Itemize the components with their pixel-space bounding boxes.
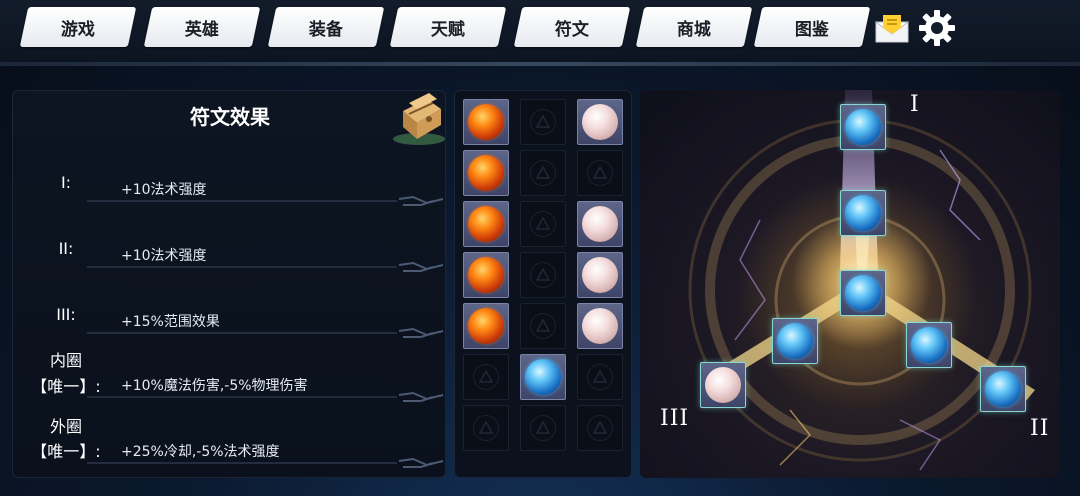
rune-inventory-grid: [454, 90, 632, 478]
empty-slot-icon: [587, 364, 613, 390]
tab-codex[interactable]: 图鉴: [753, 7, 871, 47]
rune-slot-white[interactable]: [577, 201, 623, 247]
rune-orb-red: [468, 206, 504, 242]
divider: [87, 457, 444, 468]
tab-talents-label: 天赋: [431, 19, 465, 40]
effect-label-tier1: I:: [60, 173, 72, 192]
empty-slot-icon: [587, 160, 613, 186]
divider: [87, 261, 444, 272]
empty-slot-icon: [473, 364, 499, 390]
rune-orb-white: [582, 104, 618, 140]
rune-slot-empty[interactable]: [520, 303, 566, 349]
rune-slot-red[interactable]: [463, 303, 509, 349]
rune-slot-white[interactable]: [577, 99, 623, 145]
empty-slot-icon: [530, 109, 556, 135]
rune-slot-empty[interactable]: [577, 354, 623, 400]
tier-label-2: II: [1030, 416, 1050, 441]
rune-orb-white: [582, 257, 618, 293]
tab-equipment-label: 装备: [309, 19, 343, 40]
top-nav-bar: 游戏 英雄 装备 天赋 符文 商城 图鉴: [0, 0, 1080, 66]
rune-orb-blue: [985, 371, 1021, 407]
rune-slot-empty[interactable]: [463, 354, 509, 400]
gear-icon[interactable]: [918, 9, 956, 47]
tab-runes[interactable]: 符文: [513, 7, 631, 47]
tree-slot-top[interactable]: [840, 104, 886, 150]
empty-slot-icon: [473, 415, 499, 441]
rune-orb-blue: [845, 109, 881, 145]
treasure-chest-icon: [393, 93, 445, 145]
empty-slot-icon: [530, 415, 556, 441]
empty-slot-icon: [530, 313, 556, 339]
rune-orb-blue: [845, 275, 881, 311]
rune-slot-white[interactable]: [577, 252, 623, 298]
rune-tree-panel: I II III: [640, 90, 1060, 478]
rune-orb-red: [468, 104, 504, 140]
tree-slot-right-outer[interactable]: [980, 366, 1026, 412]
empty-slot-icon: [530, 211, 556, 237]
rune-slot-empty[interactable]: [463, 405, 509, 451]
tree-slot-upper-mid[interactable]: [840, 190, 886, 236]
rune-orb-white: [582, 308, 618, 344]
rune-orb-blue: [911, 327, 947, 363]
rune-slot-empty[interactable]: [520, 99, 566, 145]
divider: [87, 391, 444, 402]
tab-heroes-label: 英雄: [185, 19, 219, 40]
tab-talents[interactable]: 天赋: [389, 7, 507, 47]
panel-title: 符文效果: [190, 105, 270, 129]
tier-label-3: III: [660, 406, 690, 431]
effect-label-outer-ring: 外圈: [49, 417, 82, 436]
rune-slot-empty[interactable]: [577, 405, 623, 451]
rune-orb-red: [468, 308, 504, 344]
tree-slot-left-outer[interactable]: [700, 362, 746, 408]
empty-slot-icon: [530, 160, 556, 186]
rune-orb-red: [468, 257, 504, 293]
rune-slot-white[interactable]: [577, 303, 623, 349]
tab-shop[interactable]: 商城: [635, 7, 753, 47]
tab-codex-label: 图鉴: [795, 19, 829, 40]
tab-equipment[interactable]: 装备: [267, 7, 385, 47]
rune-slot-empty[interactable]: [520, 201, 566, 247]
rune-orb-white: [582, 206, 618, 242]
tab-shop-label: 商城: [677, 19, 711, 40]
empty-slot-icon: [587, 415, 613, 441]
tab-game-label: 游戏: [61, 19, 95, 40]
rune-slot-red[interactable]: [463, 150, 509, 196]
tab-heroes[interactable]: 英雄: [143, 7, 261, 47]
rune-orb-blue: [777, 323, 813, 359]
divider: [87, 327, 444, 338]
tab-game[interactable]: 游戏: [19, 7, 137, 47]
rune-slot-blue[interactable]: [520, 354, 566, 400]
tab-runes-label: 符文: [555, 19, 589, 40]
rune-slot-red[interactable]: [463, 252, 509, 298]
effect-label-tier2: II:: [58, 239, 74, 258]
rune-slot-empty[interactable]: [520, 150, 566, 196]
effect-label-inner-ring: 内圈: [49, 351, 82, 370]
mail-icon[interactable]: [874, 12, 910, 44]
rune-effects-panel: 符文效果 I: +10法术强度 II: +10法术强度 III: +15%范围效…: [12, 90, 446, 478]
rune-slot-empty[interactable]: [520, 405, 566, 451]
effect-label-tier3: III:: [56, 305, 76, 324]
tree-slot-right-inner[interactable]: [906, 322, 952, 368]
tree-slot-center[interactable]: [840, 270, 886, 316]
rune-slot-red[interactable]: [463, 99, 509, 145]
rune-slot-red[interactable]: [463, 201, 509, 247]
rune-orb-white: [705, 367, 741, 403]
rune-orb-red: [468, 155, 504, 191]
rune-orb-blue: [525, 359, 561, 395]
tier-label-1: I: [910, 92, 920, 117]
divider: [87, 195, 444, 206]
empty-slot-icon: [530, 262, 556, 288]
rune-orb-blue: [845, 195, 881, 231]
rune-slot-empty[interactable]: [577, 150, 623, 196]
rune-slot-empty[interactable]: [520, 252, 566, 298]
tree-slot-left-inner[interactable]: [772, 318, 818, 364]
